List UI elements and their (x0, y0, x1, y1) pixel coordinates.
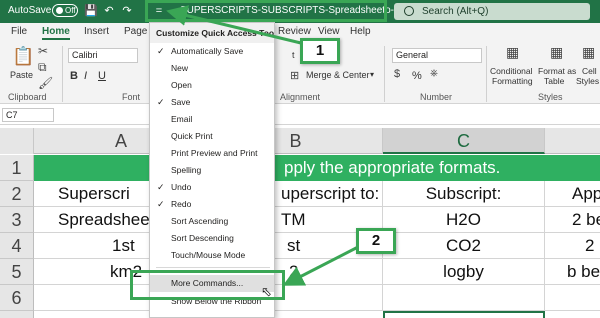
arrow-to-more-commands (282, 244, 361, 286)
arrow-to-qat (166, 5, 306, 46)
callout-badge-2: 2 (356, 228, 396, 254)
callout-badge-1: 1 (300, 38, 340, 64)
